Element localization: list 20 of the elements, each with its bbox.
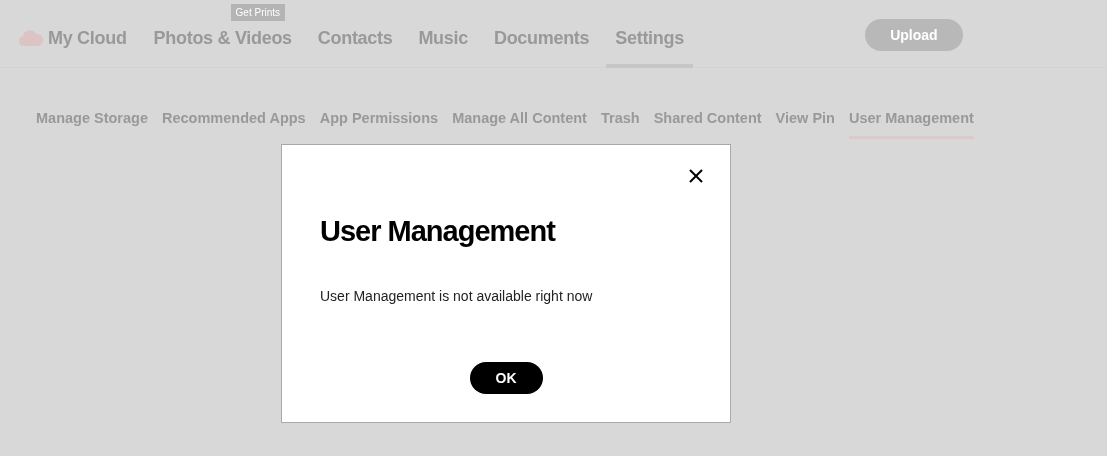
subnav-tab[interactable]: Manage Storage [36, 110, 148, 139]
nav-tab[interactable]: Music [409, 24, 477, 68]
dialog-title: User Management [320, 215, 557, 248]
dialog-message: User Management is not available right now [320, 288, 594, 304]
subnav-tab[interactable]: Manage All Content [452, 110, 587, 139]
promo-badge[interactable]: Get Prints [230, 4, 286, 21]
nav-tab[interactable]: Documents [484, 24, 599, 68]
subnav-tab[interactable]: Trash [600, 110, 640, 139]
nav-tab[interactable]: Contacts [308, 24, 402, 68]
ok-button[interactable]: OK [469, 362, 543, 394]
nav-tab[interactable]: Photos & Videos [144, 24, 301, 68]
nav-tab[interactable]: Settings [606, 24, 693, 68]
subnav-tab[interactable]: App Permissions [319, 110, 439, 139]
subnav-tab[interactable]: Shared Content [653, 110, 762, 139]
subnav-tab[interactable]: View Pin [775, 110, 835, 139]
subnav-tab[interactable]: Recommended Apps [162, 110, 306, 139]
subnav-tab[interactable]: User Management [848, 110, 974, 139]
upload-button[interactable]: Upload [864, 19, 963, 51]
close-icon[interactable] [689, 169, 703, 183]
logo-text[interactable]: My Cloud [48, 27, 127, 49]
